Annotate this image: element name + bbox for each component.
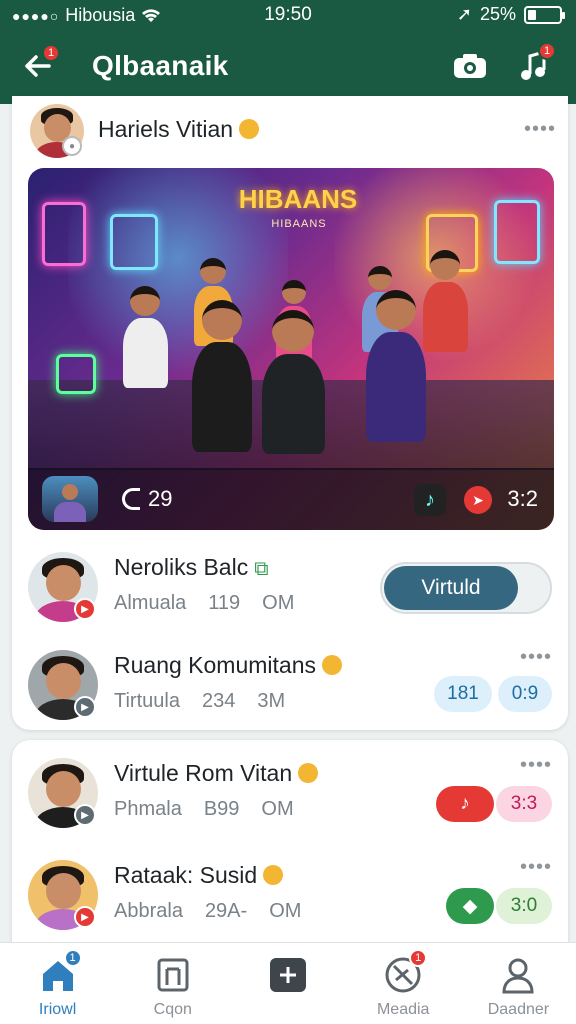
play-badge-icon: ▶ (74, 696, 96, 718)
app-title: Qlbaanaik (92, 50, 229, 81)
like-count: 29 (148, 486, 173, 511)
toggle-knob: Virtuld (384, 566, 518, 610)
more-options-button[interactable]: •••• (520, 856, 552, 879)
bottom-navigation: 1 Iriowl Cqon 1 Meadia Daadner (0, 942, 576, 1024)
neon-sign-title: HIBAANS (238, 184, 358, 214)
post-media[interactable]: HIBAANS HIBAANS 29 ♪ ➤ 3:2 (28, 168, 554, 530)
media-thumbnail[interactable] (42, 476, 98, 522)
camera-sticker-icon: ⧉ (254, 558, 269, 580)
profile-icon (498, 955, 538, 995)
item-meta: Almuala 119 OM (114, 592, 295, 614)
verified-icon: ● (62, 136, 82, 156)
nav-item-media[interactable]: 1 Meadia (346, 943, 461, 1024)
emoji-icon (263, 864, 284, 885)
app-header: ●●●●○ Hibousia 19:50 ➚ 25% 1 Qlbaanaik 1 (0, 0, 576, 104)
list-item[interactable]: ▶ Ruang Komumitans Tirtuula 234 3M •••• 18… (12, 636, 568, 736)
play-badge-icon: ▶ (74, 804, 96, 826)
nav-item-bookmark[interactable]: Cqon (115, 943, 230, 1024)
camera-icon (454, 54, 486, 78)
play-badge-icon: ▶ (74, 598, 96, 620)
home-badge: 1 (63, 949, 82, 967)
play-sign-icon (56, 354, 96, 394)
post-card: ● Hariels Vitian •••• HIBAANS HIBAANS 29… (12, 96, 568, 730)
nav-label: Iriowl (38, 1001, 77, 1018)
emoji-icon (322, 654, 342, 675)
virtual-toggle[interactable]: Virtuld (380, 562, 552, 614)
stat-pill[interactable]: 181 (434, 676, 492, 712)
post-header: ● Hariels Vitian •••• (30, 104, 556, 160)
emoji-icon (298, 762, 319, 783)
neon-sign-subtitle: HIBAANS (271, 218, 327, 230)
status-bar: ●●●●○ Hibousia 19:50 ➚ 25% (0, 0, 576, 30)
item-name[interactable]: Virtule Rom Vitan (114, 760, 319, 787)
nav-item-profile[interactable]: Daadner (461, 943, 576, 1024)
list-item[interactable]: ▶ Virtule Rom Vitan Phmala B99 OM •••• ♪ 3… (12, 744, 568, 844)
neon-frame-decor (110, 214, 158, 270)
share-icon[interactable]: ➤ (464, 486, 492, 514)
camera-button[interactable] (450, 48, 490, 84)
home-icon: 1 (38, 949, 82, 995)
add-icon (268, 955, 308, 995)
post-author-name[interactable]: Hariels Vitian (98, 116, 260, 143)
stat-pill[interactable]: 3:0 (496, 888, 552, 924)
stat-pill[interactable]: 0:9 (498, 676, 552, 712)
more-options-button[interactable]: •••• (520, 646, 552, 669)
music-pill[interactable]: ♪ (436, 786, 494, 822)
nav-item-add[interactable] (230, 943, 345, 1024)
media-badge: 1 (409, 949, 428, 967)
location-icon: ➚ (456, 4, 472, 24)
emoji-icon (239, 118, 260, 139)
like-button[interactable]: 29 (122, 486, 172, 512)
nav-label: Daadner (487, 1001, 550, 1018)
item-meta: Tirtuula 234 3M (114, 690, 286, 712)
list-item[interactable]: ▶ Neroliks Balc ⧉ Almuala 119 OM Virtuld (12, 538, 568, 638)
action-pill[interactable]: ◆ (446, 888, 494, 924)
neon-frame-decor (494, 200, 540, 264)
back-button[interactable]: 1 (18, 44, 60, 86)
nav-item-home[interactable]: 1 Iriowl (0, 943, 115, 1024)
item-name[interactable]: Neroliks Balc ⧉ (114, 554, 269, 581)
back-notification-badge: 1 (42, 44, 60, 62)
battery-icon (524, 5, 565, 24)
heart-icon (122, 488, 140, 510)
item-name[interactable]: Rataak: Susid (114, 862, 284, 889)
music-app-icon[interactable]: ♪ (414, 484, 446, 516)
media-count: 3:2 (507, 486, 538, 511)
bookmark-icon (153, 955, 193, 995)
more-options-button[interactable]: •••• (524, 118, 556, 141)
list-item[interactable]: ▶ Rataak: Susid Abbrala 29A- OM •••• ◆ 3:0 (12, 846, 568, 946)
media-icon: 1 (383, 949, 428, 995)
play-badge-icon: ▶ (74, 906, 96, 928)
music-button[interactable]: 1 (514, 42, 556, 86)
more-options-button[interactable]: •••• (520, 754, 552, 777)
item-name[interactable]: Ruang Komumitans (114, 652, 342, 679)
media-overlay-bar: 29 ♪ ➤ 3:2 (28, 468, 554, 530)
item-meta: Phmala B99 OM (114, 798, 294, 820)
stat-pill[interactable]: 3:3 (496, 786, 552, 822)
neon-frame-decor (42, 202, 86, 266)
item-meta: Abbrala 29A- OM (114, 900, 302, 922)
nav-label: Meadia (376, 1001, 430, 1018)
nav-label: Cqon (153, 1001, 192, 1018)
battery-percent: 25% (479, 4, 516, 24)
music-notification-badge: 1 (538, 42, 556, 60)
